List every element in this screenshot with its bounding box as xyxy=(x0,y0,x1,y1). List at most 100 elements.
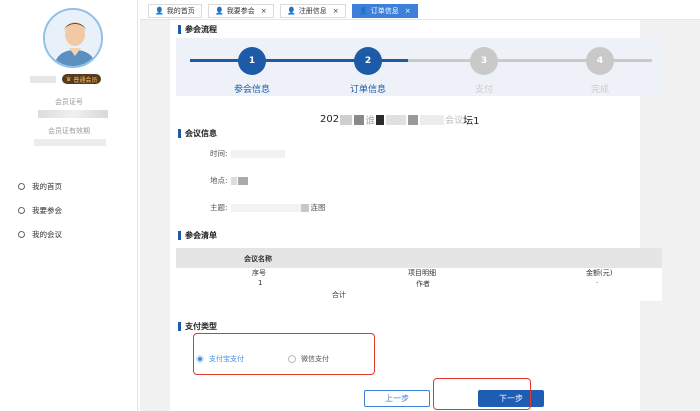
meeting-theme-row: 主题: 连图 xyxy=(210,202,326,213)
tab-label: 订单信息 xyxy=(370,7,399,15)
heading-bar xyxy=(178,25,181,34)
meeting-time-row: 时间: xyxy=(210,148,285,159)
process-heading: 参会流程 xyxy=(178,24,217,35)
step-1-circle: 1 xyxy=(238,47,266,75)
total-label: 合计 xyxy=(332,291,346,299)
member-expiry-value xyxy=(34,139,106,146)
column-header: 金额(元) xyxy=(586,269,613,277)
column-header: 序号 xyxy=(252,269,266,277)
circle-icon xyxy=(18,206,25,214)
tab-bar: 👤 我的首页 👤 我要参会 × 👤 注册信息 × 👤 订单信息 × xyxy=(140,0,700,20)
step-3-circle: 3 xyxy=(470,47,498,75)
meeting-theme-suffix: 连图 xyxy=(310,203,326,212)
meeting-location-label: 地点: xyxy=(210,176,228,185)
meeting-theme-value xyxy=(230,203,301,212)
user-icon: 👤 xyxy=(155,7,164,15)
payment-title: 支付类型 xyxy=(185,322,217,331)
sidebar-item-label: 我的首页 xyxy=(32,181,62,191)
sidebar-nav: 我的首页 我要参会 我的会议 xyxy=(18,180,62,252)
user-avatar-icon xyxy=(45,10,101,66)
row-index: 1 xyxy=(258,279,263,287)
registration-table: 会议名称 序号 项目明细 金额(元) 1 作者 · 合计 xyxy=(176,248,662,301)
meeting-location-value xyxy=(237,176,248,185)
table-column-header-row: 序号 项目明细 金额(元) xyxy=(176,268,662,279)
conference-title-mid1: 谁 xyxy=(365,116,376,127)
table-row: 1 作者 · xyxy=(176,279,662,290)
row-amount: · xyxy=(596,279,599,287)
registration-list-heading: 参会清单 xyxy=(178,230,217,241)
highlight-box-payment xyxy=(193,333,375,375)
sidebar: ♛ 普通会员 会员证号 会员证有效期 我的首页 我要参会 我的会议 xyxy=(0,0,138,411)
step-2-label: 订单信息 xyxy=(349,85,386,95)
tab-attend[interactable]: 👤 我要参会 × xyxy=(208,4,274,18)
circle-icon xyxy=(18,182,25,190)
step-2-circle: 2 xyxy=(354,47,382,75)
crown-icon: ♛ xyxy=(66,75,72,83)
member-name xyxy=(30,75,56,83)
meeting-time-value xyxy=(230,149,285,158)
highlight-box-next xyxy=(433,378,531,410)
conference-title: 202 谁 会议 坛1 xyxy=(320,112,479,127)
step-1-label: 参会信息 xyxy=(233,85,270,95)
redacted-block xyxy=(354,114,365,125)
close-icon[interactable]: × xyxy=(333,7,339,15)
prev-step-button[interactable]: 上一步 xyxy=(364,390,430,407)
user-icon: 👤 xyxy=(359,7,368,15)
tab-registration[interactable]: 👤 注册信息 × xyxy=(280,4,346,18)
meeting-info-title: 会议信息 xyxy=(185,129,217,138)
registration-list-title: 参会清单 xyxy=(185,231,217,240)
payment-heading: 支付类型 xyxy=(178,321,217,332)
member-badge: ♛ 普通会员 xyxy=(62,74,102,84)
sidebar-item-label: 我要参会 xyxy=(32,205,62,215)
order-panel: 参会流程 1 参会信息 2 订单信息 3 支付 4 完成 202 谁 会议 坛1 xyxy=(170,20,662,411)
redacted-block xyxy=(340,114,353,125)
meeting-time-label: 时间: xyxy=(210,149,228,158)
close-icon[interactable]: × xyxy=(261,7,267,15)
meeting-theme-value xyxy=(300,203,309,212)
tab-label: 我要参会 xyxy=(226,7,255,15)
tab-label: 我的首页 xyxy=(166,7,195,15)
step-4-circle: 4 xyxy=(586,47,614,75)
redacted-block xyxy=(386,114,407,125)
close-icon[interactable]: × xyxy=(405,7,411,15)
process-title: 参会流程 xyxy=(185,25,217,34)
process-steps: 1 参会信息 2 订单信息 3 支付 4 完成 xyxy=(176,38,662,96)
table-header: 会议名称 xyxy=(176,248,662,268)
user-icon: 👤 xyxy=(215,7,224,15)
meeting-info-heading: 会议信息 xyxy=(178,128,217,139)
member-name-row: ♛ 普通会员 xyxy=(30,73,102,85)
conference-title-prefix: 202 xyxy=(320,114,340,125)
meeting-location-value xyxy=(230,176,237,185)
member-badge-label: 普通会员 xyxy=(73,76,98,84)
meeting-theme-label: 主题: xyxy=(210,203,228,212)
avatar xyxy=(43,8,103,68)
circle-icon xyxy=(18,230,25,238)
conference-title-mid2: 会议 xyxy=(445,116,464,126)
heading-bar xyxy=(178,231,181,240)
tab-home[interactable]: 👤 我的首页 xyxy=(148,4,202,18)
tab-order[interactable]: 👤 订单信息 × xyxy=(352,4,418,18)
heading-bar xyxy=(178,129,181,138)
row-item: 作者 xyxy=(416,280,430,288)
sidebar-item-home[interactable]: 我的首页 xyxy=(18,180,62,192)
column-header: 项目明细 xyxy=(408,269,436,277)
step-line-pending xyxy=(408,59,652,62)
member-expiry-label: 会员证有效期 xyxy=(48,127,90,135)
member-id-value xyxy=(38,110,108,118)
sidebar-item-label: 我的会议 xyxy=(32,229,62,239)
sidebar-item-my-meetings[interactable]: 我的会议 xyxy=(18,228,62,240)
redacted-block xyxy=(376,114,385,125)
meeting-name-header: 会议名称 xyxy=(244,255,272,263)
step-3-label: 支付 xyxy=(474,85,493,95)
member-id-label: 会员证号 xyxy=(55,98,83,106)
heading-bar xyxy=(178,322,181,331)
redacted-block xyxy=(420,114,445,125)
user-icon: 👤 xyxy=(287,7,296,15)
sidebar-item-attend[interactable]: 我要参会 xyxy=(18,204,62,216)
meeting-location-row: 地点: xyxy=(210,175,248,186)
step-4-label: 完成 xyxy=(590,85,609,95)
tab-label: 注册信息 xyxy=(298,7,327,15)
redacted-block xyxy=(408,114,419,125)
main-area: 参会流程 1 参会信息 2 订单信息 3 支付 4 完成 202 谁 会议 坛1 xyxy=(140,20,700,411)
table-total-row: 合计 xyxy=(176,290,662,301)
